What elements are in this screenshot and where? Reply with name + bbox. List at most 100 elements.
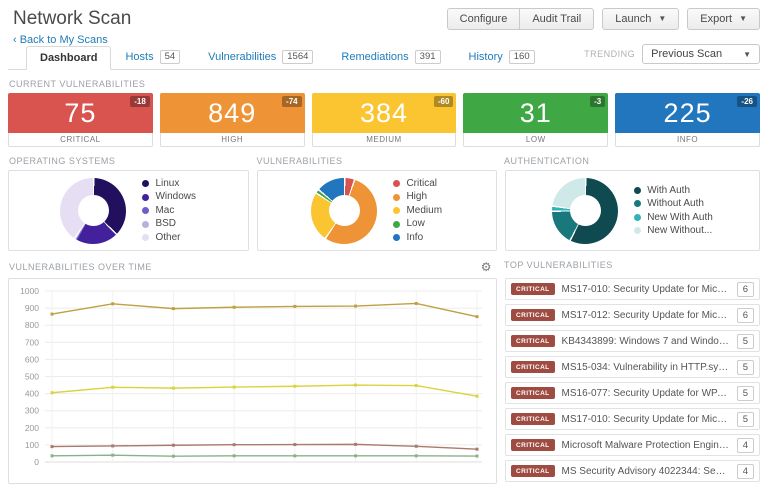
donut-titles-row: OPERATING SYSTEMS VULNERABILITIES AUTHEN… [8, 147, 760, 170]
vulnerability-list-item[interactable]: CRITICALMS15-034: Vulnerability in HTTP.… [505, 356, 760, 378]
legend-label: New Without... [647, 224, 712, 238]
vulnerability-name: MS17-010: Security Update for Microsoft … [562, 284, 730, 295]
legend-dot-icon [393, 207, 400, 214]
authentication-panel: With AuthWithout AuthNew With AuthNew Wi… [505, 170, 760, 251]
audit-trail-button[interactable]: Audit Trail [520, 8, 594, 30]
legend-label: BSD [155, 217, 176, 231]
data-point [354, 305, 357, 308]
vulnerability-list-item[interactable]: CRITICALMS Security Advisory 4022344: Se… [505, 460, 760, 482]
vulnerability-list-item[interactable]: CRITICALMS17-012: Security Update for Mi… [505, 304, 760, 326]
data-point [293, 385, 296, 388]
severity-badge: CRITICAL [511, 283, 555, 295]
legend-dot-icon [393, 194, 400, 201]
severity-card-value-area[interactable]: 31-3 [463, 93, 608, 133]
severity-card-value-area[interactable]: 225-26 [615, 93, 760, 133]
severity-count: 75 [64, 98, 96, 129]
legend-dot-icon [142, 221, 149, 228]
legend-dot-icon [142, 234, 149, 241]
severity-cards-row: 75-18CRITICAL849-74HIGH384-60MEDIUM31-3L… [8, 93, 760, 147]
tab-label: Dashboard [40, 52, 97, 64]
severity-count: 225 [664, 98, 712, 129]
severity-card-medium: 384-60MEDIUM [312, 93, 457, 147]
legend-item: New With Auth [634, 211, 713, 225]
vulnerability-count: 5 [737, 386, 754, 401]
bottom-panels-row: 01002003004005006007008009001000 CRITICA… [8, 278, 760, 486]
data-point [476, 315, 479, 318]
svg-text:0: 0 [34, 457, 39, 467]
bottom-titles-row: VULNERABILITIES OVER TIME ⚙ TOP VULNERAB… [8, 251, 760, 278]
vulnerability-list-item[interactable]: CRITICALMS16-077: Security Update for WP… [505, 382, 760, 404]
svg-text:400: 400 [25, 389, 39, 399]
gear-icon[interactable]: ⚙ [481, 260, 492, 274]
severity-delta-badge: -60 [434, 96, 454, 107]
data-point [51, 445, 54, 448]
trending-label: TRENDING [584, 49, 635, 59]
vulnerability-count: 6 [737, 308, 754, 323]
severity-card-label: HIGH [160, 133, 305, 147]
severity-badge: CRITICAL [511, 361, 555, 373]
launch-button[interactable]: Launch▼ [602, 8, 679, 30]
tab-hosts[interactable]: Hosts54 [111, 44, 194, 70]
vulns-over-time-title: VULNERABILITIES OVER TIME [9, 262, 152, 272]
tab-bar: DashboardHosts54Vulnerabilities1564Remed… [8, 44, 760, 70]
severity-badge: CRITICAL [511, 335, 555, 347]
severity-card-value-area[interactable]: 75-18 [8, 93, 153, 133]
severity-card-label: MEDIUM [312, 133, 457, 147]
vulnerability-name: MS16-077: Security Update for WPAD (3165… [562, 388, 730, 399]
trending-select[interactable]: Previous Scan ▼ [642, 44, 760, 64]
top-bar-buttons: Configure Audit Trail Launch▼ Export▼ [447, 8, 760, 30]
severity-card-high: 849-74HIGH [160, 93, 305, 147]
tab-label: Hosts [125, 51, 153, 63]
operating-systems-panel: LinuxWindowsMacBSDOther [8, 170, 249, 251]
vulnerabilities-donut-title: VULNERABILITIES [257, 156, 495, 166]
donut-panels-row: LinuxWindowsMacBSDOtherCriticalHighMediu… [8, 170, 760, 251]
legend-item: Other [142, 231, 196, 245]
tab-history[interactable]: History160 [455, 44, 549, 70]
current-vulnerabilities-title: CURRENT VULNERABILITIES [9, 79, 759, 89]
donut-chart [60, 178, 126, 244]
authentication-title: AUTHENTICATION [504, 156, 759, 166]
trending-control: TRENDING Previous Scan ▼ [584, 44, 760, 64]
data-point [415, 445, 418, 448]
data-point [415, 302, 418, 305]
severity-card-value-area[interactable]: 849-74 [160, 93, 305, 133]
tab-remediations[interactable]: Remediations391 [327, 44, 454, 70]
data-point [293, 305, 296, 308]
vulnerability-name: MS17-010: Security Update for Microsoft … [562, 414, 730, 425]
donut-legend: LinuxWindowsMacBSDOther [142, 177, 196, 245]
tab-label: Remediations [341, 51, 408, 63]
severity-card-critical: 75-18CRITICAL [8, 93, 153, 147]
legend-item: Info [393, 231, 442, 245]
legend-label: Critical [406, 177, 437, 191]
export-button[interactable]: Export▼ [687, 8, 760, 30]
vulnerability-list-item[interactable]: CRITICALKB4343899: Windows 7 and Windows… [505, 330, 760, 352]
legend-label: With Auth [647, 184, 690, 198]
vulnerability-list-item[interactable]: CRITICALMS17-010: Security Update for Mi… [505, 408, 760, 430]
data-point [111, 386, 114, 389]
severity-card-label: INFO [615, 133, 760, 147]
legend-dot-icon [393, 234, 400, 241]
data-point [476, 395, 479, 398]
configure-button[interactable]: Configure [447, 8, 521, 30]
legend-label: Info [406, 231, 423, 245]
tab-dashboard[interactable]: Dashboard [26, 46, 111, 70]
severity-delta-badge: -3 [590, 96, 605, 107]
vulnerability-list-item[interactable]: CRITICALMicrosoft Malware Protection Eng… [505, 434, 760, 456]
severity-card-value-area[interactable]: 384-60 [312, 93, 457, 133]
severity-card-label: CRITICAL [8, 133, 153, 147]
data-point [354, 454, 357, 457]
legend-dot-icon [634, 214, 641, 221]
data-point [111, 454, 114, 457]
legend-label: Medium [406, 204, 442, 218]
svg-text:800: 800 [25, 320, 39, 330]
legend-item: Linux [142, 177, 196, 191]
legend-item: Medium [393, 204, 442, 218]
vulnerability-list-item[interactable]: CRITICAL MS17-010: Security Update for Mi… [505, 278, 760, 300]
severity-count: 849 [208, 98, 256, 129]
tab-vulnerabilities[interactable]: Vulnerabilities1564 [194, 44, 327, 70]
data-point [172, 307, 175, 310]
legend-dot-icon [634, 187, 641, 194]
data-point [415, 384, 418, 387]
vulnerability-count: 5 [737, 360, 754, 375]
vulns-over-time-header: VULNERABILITIES OVER TIME ⚙ [9, 260, 494, 274]
